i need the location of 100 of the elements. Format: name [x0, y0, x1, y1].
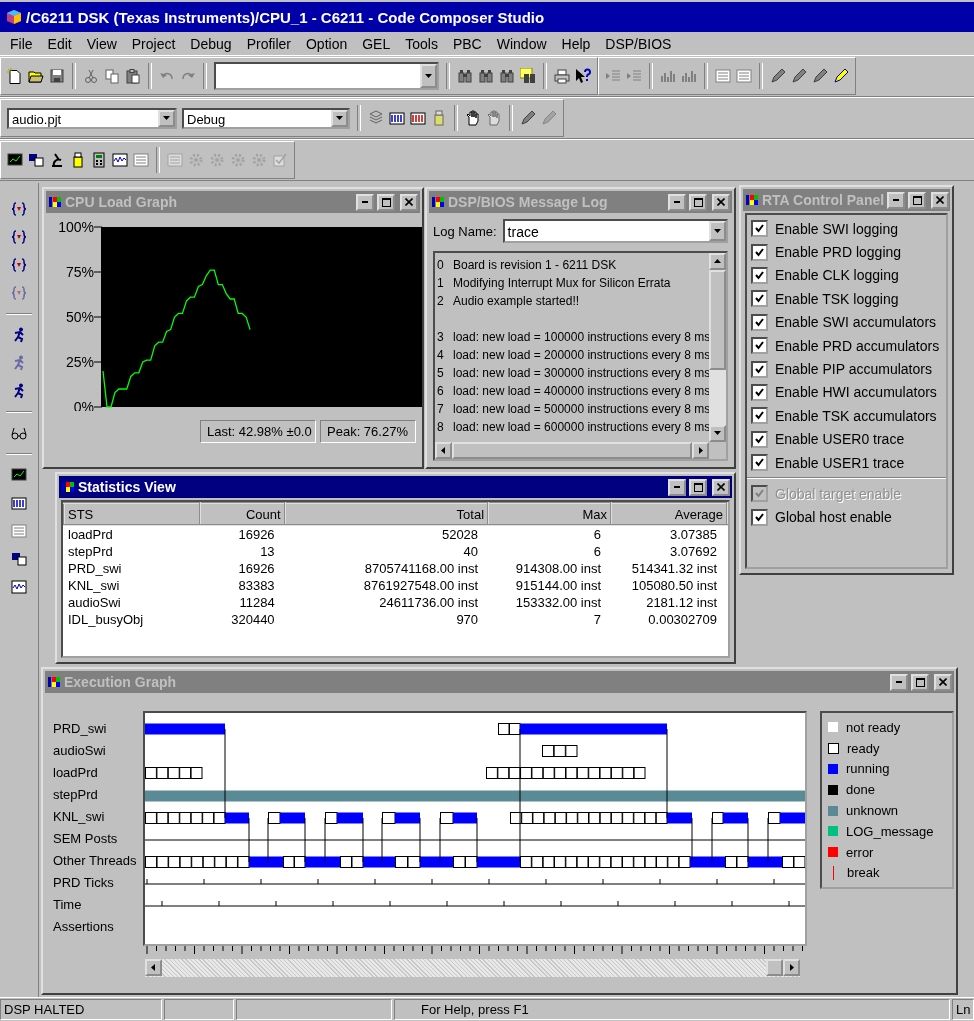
column-header[interactable]: Average: [611, 503, 727, 525]
checkbox[interactable]: [751, 454, 768, 472]
list-lines-icon[interactable]: [133, 152, 149, 168]
pencil-icon[interactable]: [791, 68, 807, 84]
maximize-button[interactable]: [911, 673, 929, 691]
checkbox[interactable]: [751, 337, 768, 355]
braces-arrow-icon[interactable]: [11, 201, 27, 217]
log-name-combo[interactable]: trace: [502, 219, 728, 243]
dropdown-button[interactable]: [709, 221, 726, 241]
graph-window-icon[interactable]: [11, 467, 27, 483]
vertical-scrollbar[interactable]: [709, 253, 726, 442]
panel-window-icon[interactable]: [11, 551, 27, 567]
column-header[interactable]: Count: [200, 503, 285, 525]
maximize-button[interactable]: [689, 193, 707, 211]
glasses-icon[interactable]: [11, 425, 27, 441]
menu-item[interactable]: GEL: [360, 34, 393, 53]
configuration-combo[interactable]: Debug: [182, 107, 350, 129]
scroll-down-button[interactable]: [709, 425, 726, 442]
hand-icon[interactable]: [465, 110, 481, 126]
checkbox[interactable]: [751, 290, 768, 308]
list-lines-icon[interactable]: [715, 68, 731, 84]
wave-window-icon[interactable]: [112, 152, 128, 168]
minimize-button[interactable]: [668, 193, 686, 211]
scroll-left-button[interactable]: [145, 959, 162, 976]
dropdown-button[interactable]: [420, 64, 437, 88]
dropdown-button[interactable]: [158, 109, 175, 127]
list-lines-icon[interactable]: [736, 68, 752, 84]
column-header[interactable]: Max: [488, 503, 612, 525]
minimize-button[interactable]: [668, 478, 686, 496]
scrollbar-thumb[interactable]: [766, 959, 783, 976]
scroll-up-button[interactable]: [709, 253, 726, 270]
menu-item[interactable]: Project: [129, 34, 178, 53]
menu-item[interactable]: Edit: [45, 34, 74, 53]
grid-window-icon[interactable]: [410, 110, 426, 126]
calculator-icon[interactable]: [91, 152, 107, 168]
maximize-button[interactable]: [908, 191, 927, 209]
pencil-icon[interactable]: [520, 110, 536, 126]
pencil-icon[interactable]: [833, 68, 849, 84]
minimize-button[interactable]: [890, 673, 908, 691]
column-header[interactable]: Total: [284, 503, 489, 525]
list-lines-icon[interactable]: [11, 523, 27, 539]
help-pointer-icon[interactable]: [575, 68, 591, 84]
checkbox[interactable]: [751, 407, 768, 425]
horizontal-scrollbar[interactable]: [145, 959, 800, 977]
binoculars-icon[interactable]: [478, 68, 494, 84]
menu-item[interactable]: Help: [559, 34, 593, 53]
project-combo[interactable]: audio.pjt: [7, 107, 177, 129]
jar-icon[interactable]: [70, 152, 86, 168]
wave-window-icon[interactable]: [11, 579, 27, 595]
menu-item[interactable]: File: [8, 34, 35, 53]
close-button[interactable]: [400, 193, 418, 211]
binoculars-icon[interactable]: [499, 68, 515, 84]
checkbox[interactable]: [751, 430, 768, 448]
dropdown-button[interactable]: [331, 109, 348, 127]
braces-arrow-icon[interactable]: [11, 257, 27, 273]
menu-item[interactable]: Window: [494, 34, 549, 53]
scroll-left-button[interactable]: [435, 442, 452, 459]
menu-item[interactable]: PBC: [450, 34, 484, 53]
close-button[interactable]: [931, 191, 950, 209]
maximize-button[interactable]: [689, 478, 707, 496]
panel-window-icon[interactable]: [28, 152, 44, 168]
close-button[interactable]: [934, 673, 952, 691]
menu-item[interactable]: Option: [304, 34, 350, 53]
scroll-right-button[interactable]: [783, 959, 800, 976]
pencil-icon[interactable]: [812, 68, 828, 84]
checklist-icon[interactable]: [272, 152, 288, 168]
close-button[interactable]: [712, 478, 730, 496]
checkbox[interactable]: [751, 313, 768, 331]
grid-window-icon[interactable]: [11, 495, 27, 511]
pencil-icon[interactable]: [770, 68, 786, 84]
graph-window-icon[interactable]: [7, 152, 23, 168]
minimize-button[interactable]: [356, 193, 374, 211]
menu-item[interactable]: Tools: [403, 34, 440, 53]
binoculars-icon[interactable]: [457, 68, 473, 84]
braces-arrow-icon[interactable]: [11, 229, 27, 245]
new-document-icon[interactable]: [7, 68, 23, 84]
printer-icon[interactable]: [554, 68, 570, 84]
checkbox[interactable]: [751, 266, 768, 284]
combo-box[interactable]: [214, 62, 439, 90]
menu-item[interactable]: Profiler: [244, 34, 293, 53]
scrollbar-thumb[interactable]: [709, 270, 726, 370]
scissors-icon[interactable]: [83, 68, 99, 84]
checkbox[interactable]: [751, 220, 768, 238]
grid-window-icon[interactable]: [389, 110, 405, 126]
checkbox[interactable]: [751, 243, 768, 261]
checkbox[interactable]: [751, 508, 768, 526]
checkbox[interactable]: [751, 360, 768, 378]
binoculars-icon[interactable]: [520, 68, 536, 84]
two-pages-icon[interactable]: [104, 68, 120, 84]
menu-item[interactable]: Debug: [188, 34, 234, 53]
minimize-button[interactable]: [887, 191, 906, 209]
checkbox[interactable]: [751, 383, 768, 401]
close-button[interactable]: [712, 193, 730, 211]
column-header[interactable]: STS: [64, 503, 201, 525]
maximize-button[interactable]: [377, 193, 395, 211]
clipboard-icon[interactable]: [125, 68, 141, 84]
scroll-right-button[interactable]: [692, 442, 709, 459]
open-folder-icon[interactable]: [28, 68, 44, 84]
menu-item[interactable]: View: [84, 34, 119, 53]
menu-item[interactable]: DSP/BIOS: [603, 34, 674, 53]
